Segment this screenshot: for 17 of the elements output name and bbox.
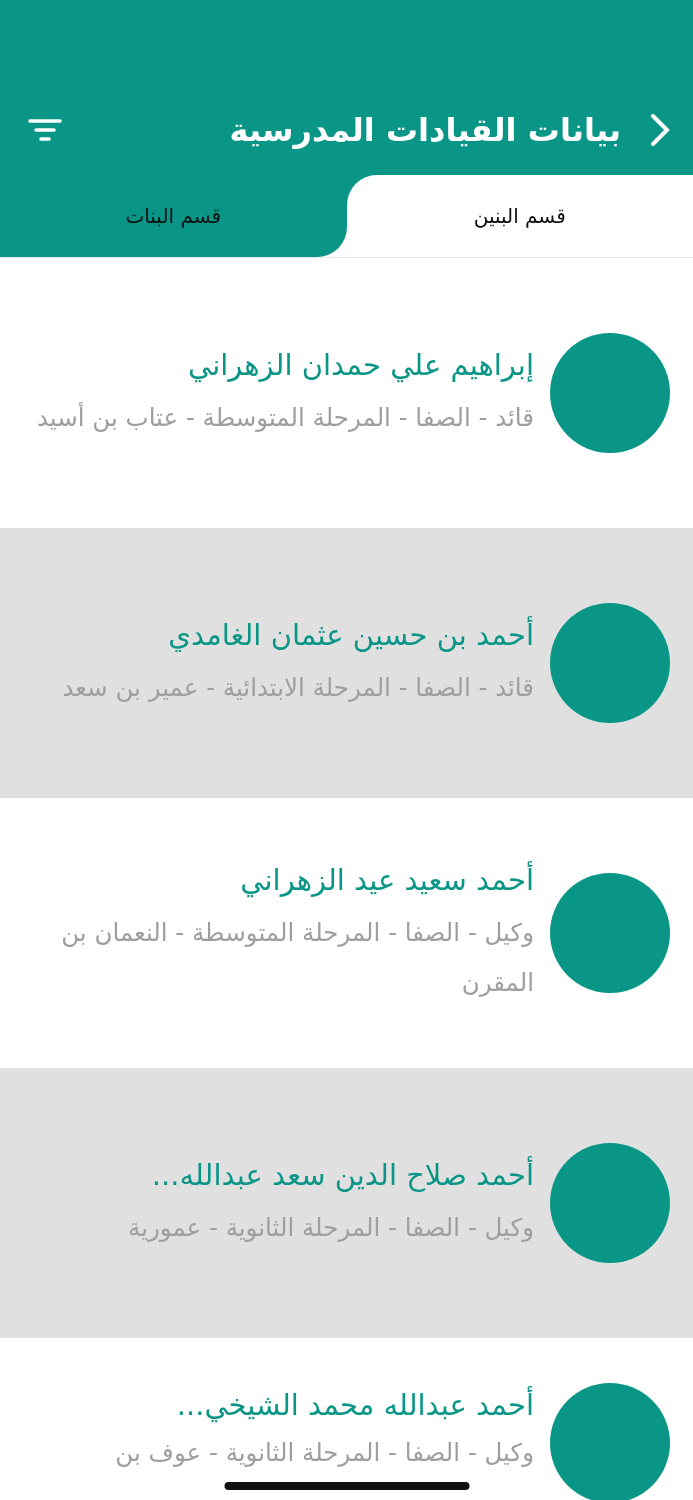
back-button[interactable] (649, 112, 671, 148)
person-name: أحمد صلاح الدين سعد عبدالله... (150, 1155, 534, 1194)
person-name: إبراهيم علي حمدان الزهراني (186, 347, 534, 385)
person-name: أحمد بن حسين عثمان الغامدي (167, 615, 534, 654)
person-details: قائد - الصفا - المرحلة المتوسطة - عتاب بن أسيد (35, 401, 534, 434)
filter-icon (28, 118, 62, 142)
person-name: أحمد عبدالله محمد الشيخي... (175, 1385, 534, 1425)
person-row[interactable]: أحمد بن حسين عثمان الغامدي قائد - الصفا - المرحلة الابتدائية - عمير بن سعد (0, 528, 693, 798)
page-title: بيانات القيادات المدرسية (228, 111, 621, 149)
person-name: أحمد سعيد عيد الزهراني (239, 860, 534, 900)
person-details: وكيل - الصفا - المرحلة الثانوية - عمورية (127, 1212, 534, 1244)
filter-button[interactable] (28, 118, 62, 142)
person-details: وكيل - الصفا - المرحلة المتوسطة - النعمان بن المقرن (60, 917, 534, 999)
chevron-right-icon (649, 112, 671, 148)
person-row[interactable]: أحمد صلاح الدين سعد عبدالله... وكيل - الصفا - المرحلة الثانوية - عمورية (0, 1068, 693, 1338)
person-details: وكيل - الصفا - المرحلة الثانوية - عوف بن (114, 1437, 534, 1469)
person-details: قائد - الصفا - المرحلة الابتدائية - عمير بن سعد (61, 672, 534, 704)
